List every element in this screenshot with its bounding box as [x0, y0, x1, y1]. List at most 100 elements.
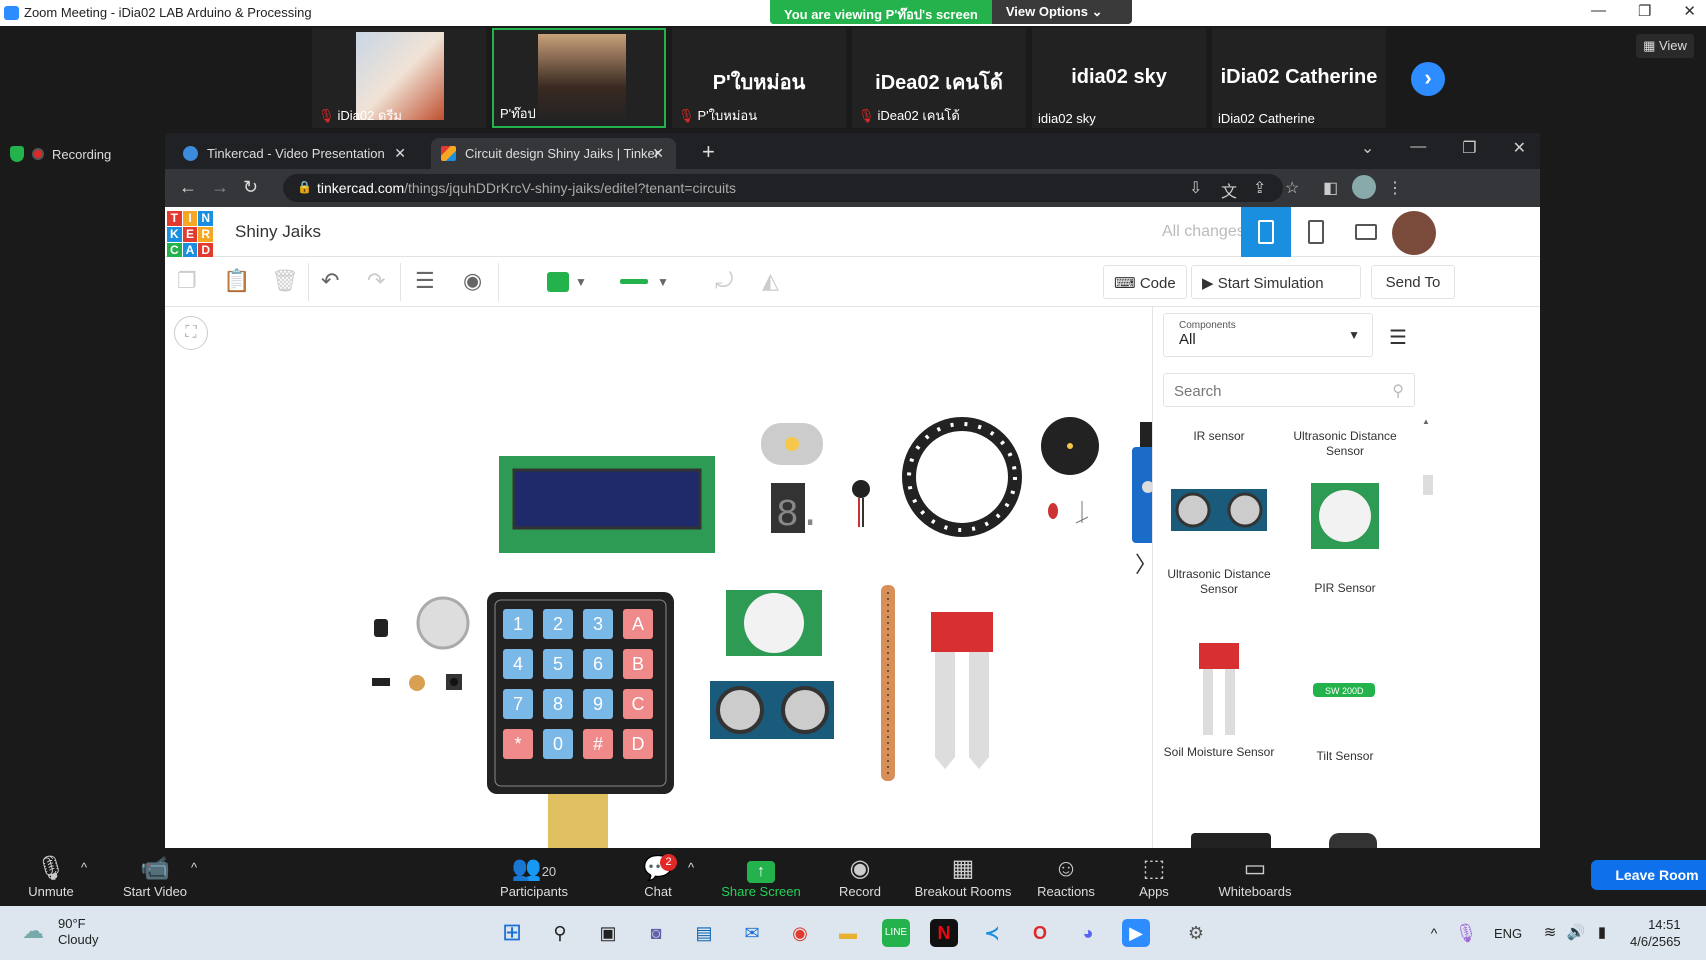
file-explorer-icon[interactable]: ▬	[834, 919, 862, 947]
component-search-input[interactable]: Search ⚲	[1163, 373, 1415, 407]
scroll-up-icon[interactable]: ▲	[1422, 417, 1430, 426]
keypad-key[interactable]: 4	[503, 649, 533, 679]
micro-servo[interactable]	[1132, 422, 1152, 543]
wire-dropdown-caret-icon[interactable]: ▼	[657, 275, 669, 289]
wifi-icon[interactable]: ≋	[1536, 919, 1564, 947]
zoom-taskbar-icon[interactable]: ▶	[1122, 919, 1150, 947]
line-app-icon[interactable]: LINE	[882, 919, 910, 947]
back-icon[interactable]: ←	[179, 177, 197, 198]
circuit-canvas[interactable]: ⛶ 8. 1 2 3 A 4 5 6 B 7 8 9 C * 0 # D 〉	[165, 307, 1157, 848]
audio-options-caret-icon[interactable]: ^	[81, 860, 87, 875]
keypad-key[interactable]: 5	[543, 649, 573, 679]
component-list-view-button[interactable]	[1341, 207, 1391, 257]
share-icon[interactable]: ⇪	[1253, 178, 1266, 198]
participant-tile-active-speaker[interactable]: P'ท๊อป	[492, 28, 666, 128]
circuit-view-button[interactable]	[1241, 207, 1291, 257]
seven-segment-display[interactable]: 8.	[771, 483, 822, 537]
code-button[interactable]: ⌨ Code	[1103, 265, 1187, 299]
vscode-icon[interactable]: ≺	[978, 919, 1006, 947]
install-icon[interactable]: ⇩	[1189, 178, 1202, 198]
user-avatar[interactable]	[1392, 211, 1436, 255]
undo-icon[interactable]: ↶	[321, 268, 339, 294]
transistor[interactable]	[374, 619, 388, 637]
participant-tile[interactable]: P'ใบหม่อน 🎙 P'ใบหม่อน	[672, 28, 846, 128]
close-icon[interactable]: ✕	[1513, 138, 1526, 158]
bookmark-star-icon[interactable]: ☆	[1285, 178, 1299, 198]
tinkercad-logo[interactable]: TIN KER CAD	[167, 211, 213, 258]
close-tab-icon[interactable]: ✕	[652, 145, 664, 162]
participant-tile[interactable]: iDia02 Catherine iDia02 Catherine	[1212, 28, 1386, 128]
teams-icon[interactable]: ◙	[642, 919, 670, 947]
restore-icon[interactable]: ❐	[1462, 138, 1476, 158]
minimize-icon[interactable]: —	[1410, 138, 1426, 158]
tilt-switch-small[interactable]	[372, 678, 390, 686]
keypad-key[interactable]: 6	[583, 649, 613, 679]
keypad-key[interactable]: C	[623, 689, 653, 719]
tab-search-icon[interactable]: ⌄	[1361, 138, 1374, 158]
lcd-16x2[interactable]	[499, 456, 715, 553]
delete-icon[interactable]: 🗑	[271, 268, 299, 294]
store-icon[interactable]: ▤	[690, 919, 718, 947]
forward-icon[interactable]: →	[211, 177, 229, 198]
keypad-key[interactable]: 9	[583, 689, 613, 719]
browser-tab-active[interactable]: Circuit design Shiny Jaiks | Tinker ✕	[431, 138, 676, 169]
next-participants-arrow-icon[interactable]: ›	[1411, 62, 1445, 96]
schematic-view-button[interactable]	[1291, 207, 1341, 257]
ultrasonic-sensor[interactable]	[710, 681, 834, 739]
record-button[interactable]: ◉ Record	[836, 854, 884, 899]
flip-icon[interactable]: ◭	[762, 268, 779, 294]
component-item[interactable]: Ultrasonic Distance Sensor	[1287, 429, 1403, 459]
keypad-key[interactable]: 0	[543, 729, 573, 759]
annotation-icon[interactable]: ◉	[463, 268, 482, 294]
wire-color-swatch[interactable]	[547, 272, 569, 292]
flex-sensor[interactable]	[881, 585, 895, 781]
start-video-button[interactable]: 📹 Start Video	[118, 854, 192, 899]
mail-icon[interactable]: ✉	[738, 919, 766, 947]
share-screen-button[interactable]: ↑ Share Screen	[718, 854, 804, 899]
weather-cloud-icon[interactable]: ☁	[22, 918, 44, 944]
view-options-button[interactable]: View Options ⌄	[992, 0, 1117, 24]
settings-gear-icon[interactable]: ⚙	[1182, 919, 1210, 947]
chat-button[interactable]: 💬 Chat 2	[640, 854, 677, 899]
view-button[interactable]: ▦ View	[1636, 34, 1694, 58]
photoresistor[interactable]	[409, 675, 425, 691]
gas-sensor[interactable]	[416, 596, 470, 650]
whiteboards-button[interactable]: ▭ Whiteboards	[1212, 854, 1298, 899]
weather-widget[interactable]: 90°F Cloudy	[58, 916, 98, 948]
component-item[interactable]: IR sensor	[1161, 429, 1277, 444]
keypad-key[interactable]: 8	[543, 689, 573, 719]
component-item[interactable]: SW 200D Tilt Sensor	[1287, 681, 1403, 764]
keypad-key[interactable]: 1	[503, 609, 533, 639]
keypad-key[interactable]: B	[623, 649, 653, 679]
reload-icon[interactable]: ↻	[243, 177, 258, 198]
neopixel-ring[interactable]	[902, 417, 1022, 537]
piezo-buzzer[interactable]	[1041, 417, 1099, 475]
redo-icon[interactable]: ↷	[367, 268, 385, 294]
task-view-icon[interactable]: ▣	[594, 919, 622, 947]
notes-icon[interactable]: ☰	[415, 268, 435, 294]
vibration-motor[interactable]	[852, 480, 870, 527]
pir-sensor[interactable]	[726, 590, 822, 656]
design-name[interactable]: Shiny Jaiks	[235, 222, 321, 242]
discord-icon[interactable]: ◕	[1074, 919, 1102, 947]
list-view-icon[interactable]: ☰	[1389, 325, 1407, 350]
keypad-key[interactable]: A	[623, 609, 653, 639]
side-panel-icon[interactable]: ◧	[1323, 178, 1338, 198]
keypad-key[interactable]: #	[583, 729, 613, 759]
apps-button[interactable]: ⬚ Apps	[1136, 854, 1172, 899]
minimize-icon[interactable]: —	[1591, 2, 1606, 20]
opera-icon[interactable]: O	[1026, 919, 1054, 947]
reactions-button[interactable]: ☺ Reactions	[1036, 854, 1096, 899]
restore-icon[interactable]: ❐	[1638, 2, 1651, 20]
keypad-4x4[interactable]: 1 2 3 A 4 5 6 B 7 8 9 C * 0 # D	[487, 592, 674, 848]
volume-icon[interactable]: 🔊	[1562, 919, 1590, 947]
netflix-icon[interactable]: N	[930, 919, 958, 947]
copy-icon[interactable]: ❐	[177, 268, 197, 294]
language-indicator[interactable]: ENG	[1494, 926, 1522, 941]
component-item[interactable]: Ultrasonic Distance Sensor	[1161, 485, 1277, 597]
photodiode[interactable]	[1075, 501, 1089, 524]
unmute-button[interactable]: 🎙 Unmute	[24, 854, 78, 899]
tray-overflow-icon[interactable]: ^	[1420, 919, 1448, 947]
soil-moisture-sensor[interactable]	[931, 612, 993, 769]
profile-avatar[interactable]	[1352, 175, 1376, 199]
